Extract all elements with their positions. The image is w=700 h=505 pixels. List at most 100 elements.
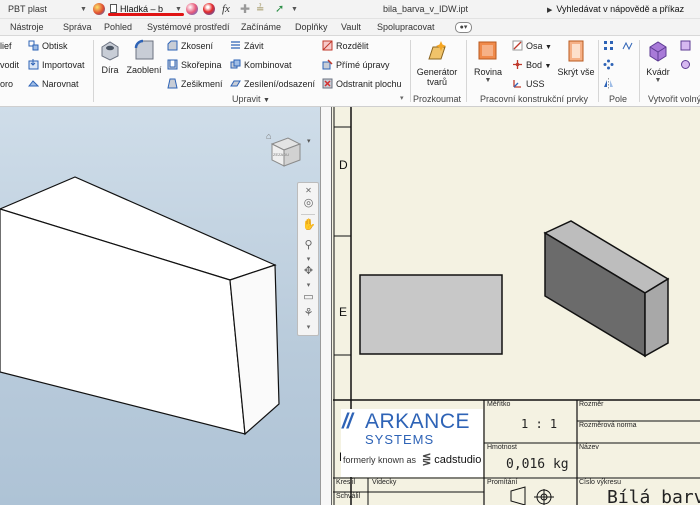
drawing-number-label: Číslo výkresu bbox=[579, 479, 622, 486]
import-icon bbox=[28, 59, 39, 70]
hole-label: Díra bbox=[101, 65, 119, 75]
thicken-button[interactable]: Zesílení/odsazení bbox=[230, 77, 315, 91]
direct-edit-label: Přímé úpravy bbox=[336, 60, 390, 70]
direct-edit-button[interactable]: Přímé úpravy bbox=[322, 58, 390, 72]
model-viewport[interactable]: ZEZADU ⌂ ▾ bbox=[0, 107, 320, 505]
zone-letter-d: D bbox=[339, 158, 348, 172]
isometric-view[interactable] bbox=[543, 220, 670, 358]
frame-generator-button[interactable]: Generátor tvarů bbox=[413, 39, 461, 87]
company-logo: // ARKANCE SYSTEMS formerly known as ⋚ c… bbox=[341, 409, 483, 477]
point-label: Bod bbox=[526, 60, 543, 70]
dialog-launcher-icon[interactable]: ▾ bbox=[400, 92, 404, 106]
material-selector[interactable]: PBT plast bbox=[8, 0, 88, 19]
box-label: Kvádr bbox=[646, 67, 670, 77]
fillet-button[interactable]: Zaoblení bbox=[124, 39, 164, 75]
frame-generator-label-1: Generátor bbox=[416, 67, 458, 77]
drawn-by-value: Videcky bbox=[372, 479, 397, 486]
appearance-selector[interactable]: Hladká – b bbox=[110, 0, 174, 19]
circular-pattern-button[interactable] bbox=[603, 58, 617, 72]
adjust-appearance-icon[interactable] bbox=[186, 3, 198, 15]
shell-button[interactable]: Skořepina bbox=[167, 58, 222, 72]
combine-label: Kombinovat bbox=[244, 60, 292, 70]
chamfer-button[interactable]: Zkosení bbox=[167, 39, 213, 53]
split-label: Rozdělit bbox=[336, 41, 369, 51]
ribbon-item-cut-2[interactable]: vodit bbox=[0, 58, 19, 72]
customize-chevron-icon[interactable]: ▼ bbox=[291, 0, 298, 19]
look-icon[interactable]: ⚘ bbox=[302, 307, 315, 320]
split-button[interactable]: Rozdělit bbox=[322, 39, 369, 53]
freeform-edit-button[interactable] bbox=[680, 58, 694, 72]
chevron-down-icon[interactable]: ▾ bbox=[302, 321, 315, 334]
decal-button[interactable]: Obtisk bbox=[28, 39, 68, 53]
delete-face-label: Odstranit plochu bbox=[336, 79, 402, 89]
split-view-divider[interactable] bbox=[320, 107, 332, 505]
nav-separator bbox=[301, 214, 315, 215]
pattern-extra-button[interactable] bbox=[622, 39, 636, 53]
home-view-icon[interactable]: ⌂ bbox=[266, 131, 271, 141]
logo-partner: ⋚ cadstudio bbox=[422, 454, 482, 466]
red-annotation-underline bbox=[108, 13, 184, 16]
tab-nastroje[interactable]: Nástroje bbox=[10, 19, 44, 36]
ucs-button[interactable]: USS bbox=[512, 77, 545, 91]
draft-label: Zešikmení bbox=[181, 79, 223, 89]
chevron-down-icon[interactable]: ▼ bbox=[80, 0, 87, 19]
drawing-sheet[interactable]: D E F // ARKANCE bbox=[332, 107, 700, 505]
box-button[interactable]: Kvádr ▼ bbox=[643, 39, 673, 84]
approved-label: Schválil bbox=[336, 493, 361, 500]
viewcube-menu-icon[interactable]: ▾ bbox=[307, 137, 311, 145]
look-at-icon[interactable]: ▭ bbox=[302, 291, 315, 304]
rect-pattern-button[interactable] bbox=[603, 39, 617, 53]
close-icon[interactable]: ✕ bbox=[302, 184, 315, 197]
front-view[interactable] bbox=[359, 274, 503, 355]
clear-appearance-icon[interactable] bbox=[203, 3, 215, 15]
unwrap-button[interactable]: Narovnat bbox=[28, 77, 79, 91]
chevron-down-icon[interactable]: ▼ bbox=[175, 0, 182, 19]
hole-button[interactable]: Díra bbox=[98, 39, 122, 75]
tab-sprava[interactable]: Správa bbox=[63, 19, 92, 36]
chamfer-label: Zkosení bbox=[181, 41, 214, 51]
tab-doplnky[interactable]: Doplňky bbox=[295, 19, 328, 36]
draft-button[interactable]: Zešikmení bbox=[167, 77, 223, 91]
pan-icon[interactable]: ✋ bbox=[302, 219, 316, 232]
sketch-pattern-icon bbox=[622, 41, 633, 51]
steering-wheel-icon[interactable]: ◎ bbox=[302, 197, 315, 210]
decal-label: Obtisk bbox=[42, 41, 68, 51]
zoom-icon[interactable]: ⚲ bbox=[302, 239, 315, 252]
plus-icon[interactable]: ✚ bbox=[240, 0, 250, 19]
group-label-modify[interactable]: Upravit ▼ bbox=[232, 93, 270, 105]
delete-face-button[interactable]: Odstranit plochu bbox=[322, 77, 402, 91]
help-search[interactable]: ▶ Vyhledávat v nápovědě a příkaz bbox=[547, 0, 684, 19]
update-arrow-icon[interactable]: ➚ bbox=[275, 0, 284, 19]
measure-icon[interactable]: ≟ bbox=[256, 0, 264, 19]
fx-icon[interactable]: fx bbox=[222, 0, 230, 19]
chamfer-icon bbox=[167, 40, 178, 51]
hide-all-button[interactable]: Skrýt vše bbox=[556, 39, 596, 77]
tab-systemove-prostredi[interactable]: Systémové prostředí bbox=[147, 19, 230, 36]
point-icon bbox=[513, 60, 522, 69]
freeform-face-button[interactable] bbox=[680, 39, 694, 53]
point-button[interactable]: Bod ▼ bbox=[512, 58, 551, 72]
ribbon-item-cut-1[interactable]: lief bbox=[0, 39, 12, 53]
logo-sub: SYSTEMS bbox=[365, 432, 435, 447]
arkance-slashes: // bbox=[342, 410, 353, 433]
mirror-button[interactable] bbox=[603, 77, 617, 91]
viewcube[interactable]: ZEZADU bbox=[268, 134, 304, 170]
ribbon-panel: lief vodit oro Obtisk Importovat Narovna… bbox=[0, 36, 700, 107]
ribbon-toggle-icon[interactable]: ●▾ bbox=[455, 22, 472, 33]
color-wheel-icon[interactable] bbox=[93, 3, 105, 15]
shell-label: Skořepina bbox=[181, 60, 222, 70]
combine-button[interactable]: Kombinovat bbox=[230, 58, 292, 72]
ribbon-item-cut-3[interactable]: oro bbox=[0, 77, 13, 91]
orbit-icon[interactable]: ✥ bbox=[302, 265, 315, 278]
tab-vault[interactable]: Vault bbox=[341, 19, 361, 36]
fillet-icon bbox=[134, 39, 154, 60]
axis-button[interactable]: Osa ▼ bbox=[512, 39, 552, 53]
tab-zaciname[interactable]: Začínáme bbox=[241, 19, 281, 36]
plane-button[interactable]: Rovina ▼ bbox=[470, 39, 506, 84]
tab-spolupracovat[interactable]: Spolupracovat bbox=[377, 19, 435, 36]
thread-button[interactable]: Závit bbox=[230, 39, 264, 53]
import-button[interactable]: Importovat bbox=[28, 58, 85, 72]
thread-label: Závit bbox=[244, 41, 264, 51]
tab-pohled[interactable]: Pohled bbox=[104, 19, 132, 36]
frame-generator-icon bbox=[428, 41, 446, 60]
